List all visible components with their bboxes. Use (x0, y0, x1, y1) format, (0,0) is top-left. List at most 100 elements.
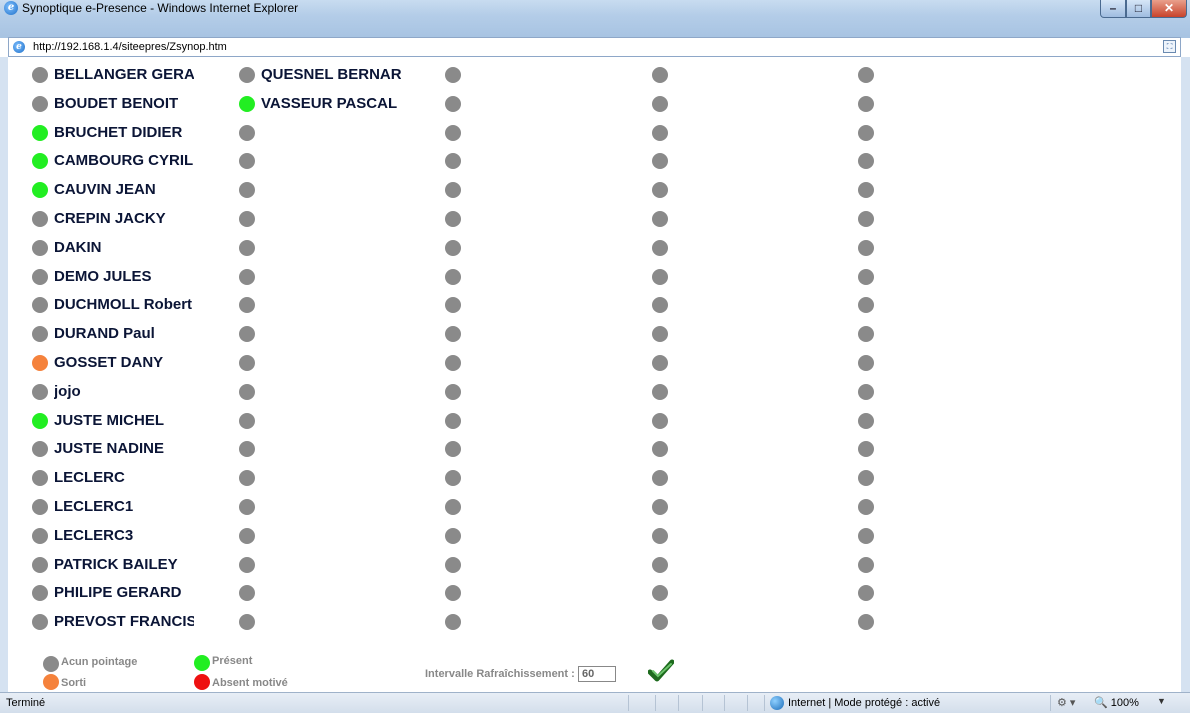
status-dot (445, 211, 461, 227)
refresh-interval-input[interactable] (578, 666, 616, 682)
employee-name: BRUCHET DIDIER (54, 124, 183, 141)
status-dot (858, 153, 874, 169)
legend-absent-label: Absent motivé (212, 677, 288, 689)
status-dot (445, 614, 461, 630)
employee-name: CREPIN JACKY (54, 210, 166, 227)
status-dot (239, 211, 255, 227)
status-dot (652, 153, 668, 169)
status-dot (858, 211, 874, 227)
status-bar: Terminé Internet | Mode protégé : activé… (0, 692, 1190, 713)
legend-absent-dot (194, 674, 210, 690)
employee-name: PATRICK BAILEY (54, 556, 178, 573)
globe-icon (770, 696, 784, 710)
status-dot (445, 499, 461, 515)
protected-mode-icon[interactable]: ⚙ ▾ (1057, 696, 1075, 709)
refresh-interval-label: Intervalle Rafraîchissement : (425, 668, 575, 680)
status-dot (239, 413, 255, 429)
status-dot (32, 557, 48, 573)
status-dot (652, 96, 668, 112)
employee-name: DEMO JULES (54, 268, 152, 285)
status-dot (652, 499, 668, 515)
employee-name: GOSSET DANY (54, 354, 164, 371)
status-dot (858, 614, 874, 630)
status-dot (445, 557, 461, 573)
status-dot (858, 413, 874, 429)
status-dot (32, 326, 48, 342)
status-dot (858, 441, 874, 457)
status-dot (858, 326, 874, 342)
legend-none-label: Acun pointage (61, 656, 138, 668)
status-dot (652, 211, 668, 227)
status-dot (858, 67, 874, 83)
status-dot (32, 96, 48, 112)
window-frame-right (1181, 57, 1190, 692)
status-dot (239, 557, 255, 573)
status-dot (32, 441, 48, 457)
status-dot (652, 269, 668, 285)
status-dot (445, 326, 461, 342)
status-dot (239, 297, 255, 313)
close-button[interactable]: ✕ (1151, 0, 1187, 18)
zoom-value: 100% (1110, 697, 1139, 709)
status-dot (858, 528, 874, 544)
employee-name: CAUVIN JEAN (54, 181, 156, 198)
window-frame-left (0, 57, 8, 692)
zoom-level[interactable]: 🔍 100% (1094, 697, 1139, 710)
status-separator (764, 695, 765, 711)
address-url[interactable]: http://192.168.1.4/siteepres/Zsynop.htm (33, 40, 227, 54)
status-text: Terminé (6, 697, 46, 709)
status-dot (239, 326, 255, 342)
status-dot (32, 125, 48, 141)
status-dot (239, 153, 255, 169)
status-dot (32, 182, 48, 198)
status-dot (445, 470, 461, 486)
status-dot (239, 67, 255, 83)
status-dot (652, 614, 668, 630)
status-separator (1050, 695, 1051, 711)
status-dot (239, 528, 255, 544)
status-dot (239, 355, 255, 371)
status-dot (445, 67, 461, 83)
maximize-button[interactable]: □ (1126, 0, 1151, 18)
status-separator (655, 695, 656, 711)
status-dot (858, 585, 874, 601)
checkmark-icon[interactable] (648, 659, 674, 683)
status-dot (858, 470, 874, 486)
status-dot (445, 96, 461, 112)
employee-name: PHILIPE GERARD (54, 584, 182, 601)
status-dot (239, 240, 255, 256)
employee-name: JUSTE NADINE (54, 440, 165, 457)
address-bar[interactable]: e http://192.168.1.4/siteepres/Zsynop.ht… (8, 37, 1181, 57)
minimize-button[interactable]: – (1100, 0, 1126, 18)
legend-none-dot (43, 656, 59, 672)
employee-name: CAMBOURG CYRIL (54, 152, 194, 169)
status-dot (652, 470, 668, 486)
status-dot (445, 528, 461, 544)
status-dot (652, 413, 668, 429)
zoom-dropdown-icon[interactable]: ▼ (1157, 696, 1166, 706)
status-separator (702, 695, 703, 711)
legend-out-label: Sorti (61, 677, 87, 689)
employee-name: PREVOST FRANCIS (54, 613, 194, 630)
legend-present-label: Présent (212, 655, 253, 667)
status-dot (32, 470, 48, 486)
compatibility-view-icon[interactable]: ⛶ (1163, 40, 1176, 53)
status-dot (858, 297, 874, 313)
status-dot (32, 355, 48, 371)
title-bar: e Synoptique e-Presence - Windows Intern… (0, 0, 1190, 38)
legend-out-dot (43, 674, 59, 690)
status-dot (445, 585, 461, 601)
status-dot (239, 585, 255, 601)
employee-name: LECLERC (54, 469, 125, 486)
status-dot (652, 557, 668, 573)
status-dot (858, 240, 874, 256)
status-dot (32, 413, 48, 429)
status-dot (652, 67, 668, 83)
status-dot (445, 240, 461, 256)
employee-name: QUESNEL BERNAR (261, 66, 401, 83)
status-dot (858, 269, 874, 285)
security-zone[interactable]: Internet | Mode protégé : activé (788, 697, 940, 710)
status-dot (239, 182, 255, 198)
status-dot (32, 67, 48, 83)
status-dot (32, 499, 48, 515)
